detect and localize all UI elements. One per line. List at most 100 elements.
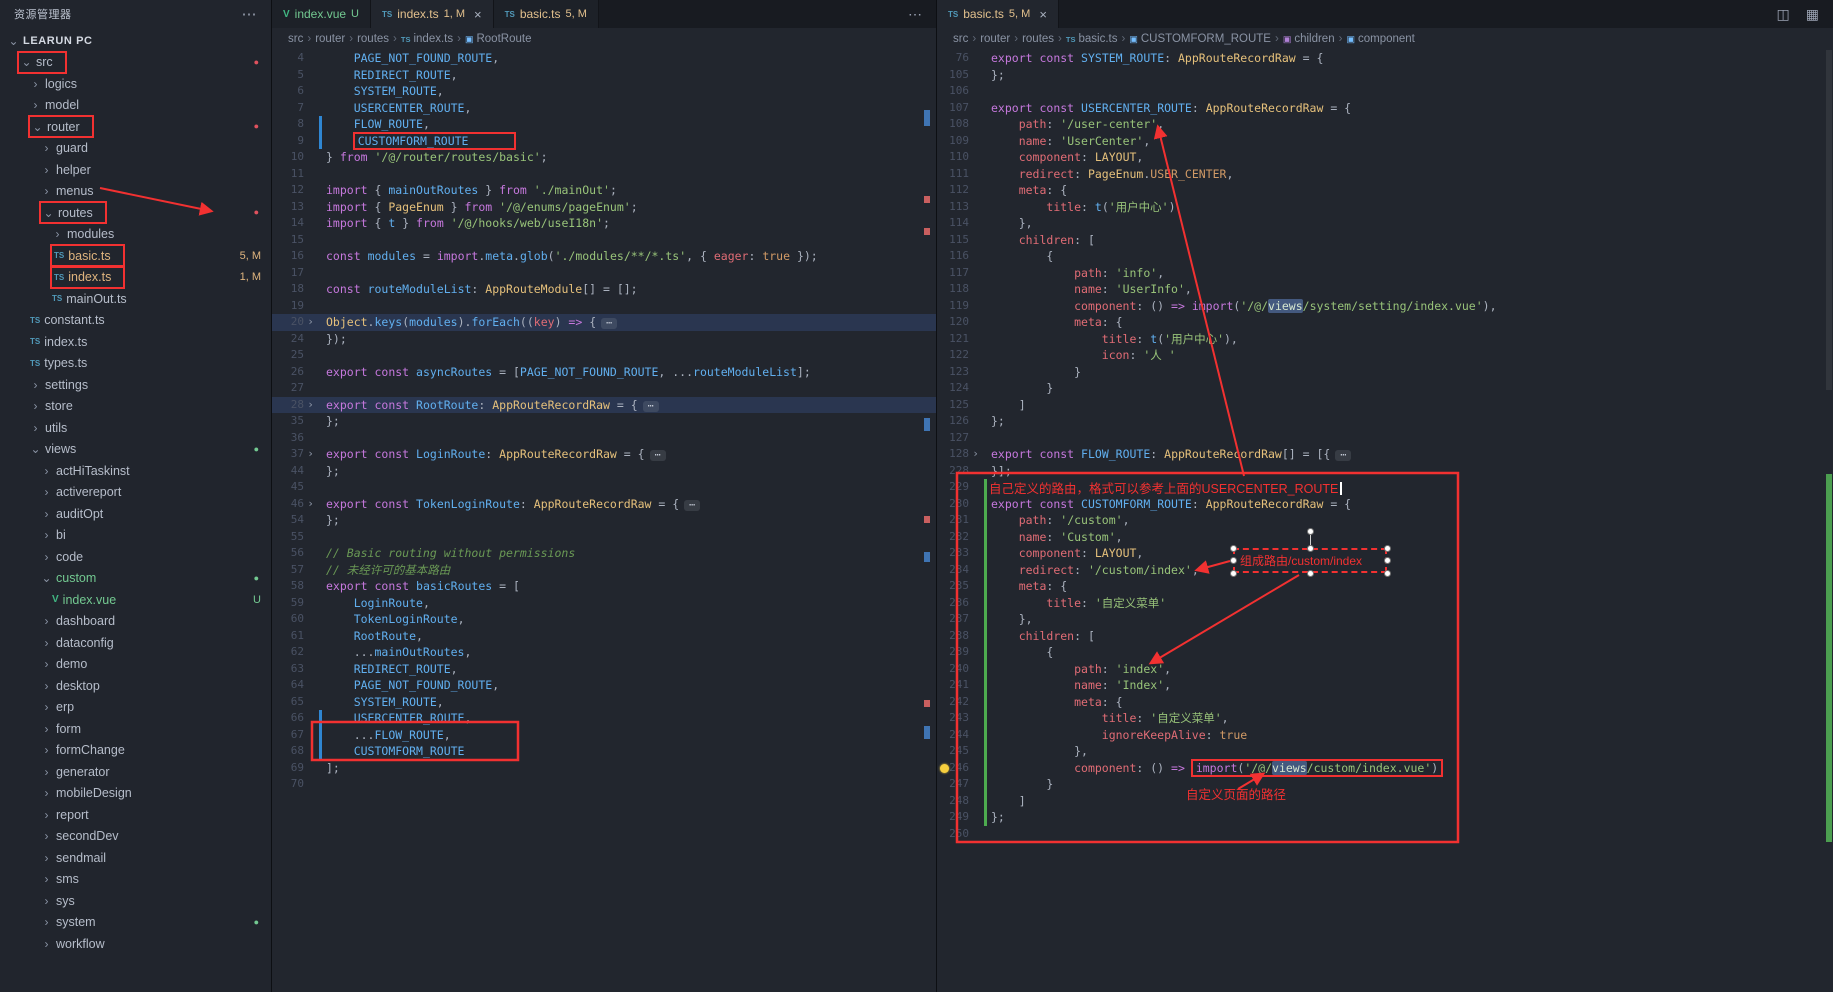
code-editor-left[interactable]: 4 PAGE_NOT_FOUND_ROUTE,5 REDIRECT_ROUTE,… [272, 50, 936, 992]
tree-item-constant-ts[interactable]: TSconstant.ts [0, 310, 271, 332]
tree-item-model[interactable]: ›model [0, 95, 271, 117]
code-line-36[interactable]: 36 [272, 430, 936, 447]
code-line-13[interactable]: 13import { PageEnum } from '/@/enums/pag… [272, 199, 936, 216]
tab-basic-ts[interactable]: TSbasic.ts5, M [494, 0, 599, 28]
code-line-27[interactable]: 27 [272, 380, 936, 397]
code-line-46[interactable]: 46›export const TokenLoginRoute: AppRout… [272, 496, 936, 513]
tree-item-learun-pc[interactable]: ⌄LEARUN PC [0, 30, 271, 52]
tree-item-sendmail[interactable]: ›sendmail [0, 847, 271, 869]
breadcrumb-item-basic-ts[interactable]: TSbasic.ts [1066, 33, 1118, 45]
code-line-14[interactable]: 14import { t } from '/@/hooks/web/useI18… [272, 215, 936, 232]
close-icon[interactable]: × [474, 8, 482, 21]
code-line-65[interactable]: 65 SYSTEM_ROUTE, [272, 694, 936, 711]
code-line-106[interactable]: 106 [937, 83, 1833, 100]
tree-item-acthitaskinst[interactable]: ›actHiTaskinst [0, 460, 271, 482]
code-line-111[interactable]: 111 redirect: PageEnum.USER_CENTER, [937, 166, 1833, 183]
code-line-239[interactable]: 239 { [937, 644, 1833, 661]
code-line-243[interactable]: 243 title: '自定义菜单', [937, 710, 1833, 727]
tree-item-logics[interactable]: ›logics [0, 73, 271, 95]
tree-item-activereport[interactable]: ›activereport [0, 482, 271, 504]
tree-item-routes[interactable]: ⌄routes● [0, 202, 271, 224]
tree-item-report[interactable]: ›report [0, 804, 271, 826]
code-line-127[interactable]: 127 [937, 430, 1833, 447]
code-line-69[interactable]: 69]; [272, 760, 936, 777]
tree-item-sms[interactable]: ›sms [0, 869, 271, 891]
tree-item-index-ts[interactable]: TSindex.ts1, M [0, 267, 271, 289]
fold-chevron-icon[interactable]: › [304, 397, 317, 414]
tree-item-mainout-ts[interactable]: TSmainOut.ts [0, 288, 271, 310]
tree-item-desktop[interactable]: ›desktop [0, 675, 271, 697]
tree-item-bi[interactable]: ›bi [0, 525, 271, 547]
code-line-122[interactable]: 122 icon: '人 ' [937, 347, 1833, 364]
code-line-118[interactable]: 118 name: 'UserInfo', [937, 281, 1833, 298]
code-line-250[interactable]: 250 [937, 826, 1833, 843]
code-line-5[interactable]: 5 REDIRECT_ROUTE, [272, 67, 936, 84]
tree-item-seconddev[interactable]: ›secondDev [0, 826, 271, 848]
code-line-108[interactable]: 108 path: '/user-center', [937, 116, 1833, 133]
tree-item-form[interactable]: ›form [0, 718, 271, 740]
code-line-241[interactable]: 241 name: 'Index', [937, 677, 1833, 694]
tree-item-demo[interactable]: ›demo [0, 654, 271, 676]
code-line-15[interactable]: 15 [272, 232, 936, 249]
split-editor-icon[interactable]: ◫ [1777, 6, 1790, 23]
code-line-128[interactable]: 128›export const FLOW_ROUTE: AppRouteRec… [937, 446, 1833, 463]
tab-basic-ts[interactable]: TSbasic.ts5, M× [937, 0, 1059, 28]
code-line-234[interactable]: 234 redirect: '/custom/index', [937, 562, 1833, 579]
code-line-235[interactable]: 235 meta: { [937, 578, 1833, 595]
breadcrumb-item-customform-route[interactable]: ▣CUSTOMFORM_ROUTE [1129, 33, 1271, 45]
tree-item-types-ts[interactable]: TStypes.ts [0, 353, 271, 375]
code-line-24[interactable]: 24}); [272, 331, 936, 348]
tree-item-router[interactable]: ⌄router● [0, 116, 271, 138]
code-line-70[interactable]: 70 [272, 776, 936, 793]
code-line-107[interactable]: 107export const USERCENTER_ROUTE: AppRou… [937, 100, 1833, 117]
code-line-126[interactable]: 126}; [937, 413, 1833, 430]
tree-item-code[interactable]: ›code [0, 546, 271, 568]
breadcrumb-item-router[interactable]: router [315, 33, 345, 45]
tree-item-modules[interactable]: ›modules [0, 224, 271, 246]
code-line-62[interactable]: 62 ...mainOutRoutes, [272, 644, 936, 661]
code-line-44[interactable]: 44}; [272, 463, 936, 480]
code-line-230[interactable]: 230export const CUSTOMFORM_ROUTE: AppRou… [937, 496, 1833, 513]
code-line-109[interactable]: 109 name: 'UserCenter', [937, 133, 1833, 150]
code-line-37[interactable]: 37›export const LoginRoute: AppRouteReco… [272, 446, 936, 463]
code-line-60[interactable]: 60 TokenLoginRoute, [272, 611, 936, 628]
tree-item-sys[interactable]: ›sys [0, 890, 271, 912]
code-line-18[interactable]: 18const routeModuleList: AppRouteModule[… [272, 281, 936, 298]
code-line-231[interactable]: 231 path: '/custom', [937, 512, 1833, 529]
tree-item-store[interactable]: ›store [0, 396, 271, 418]
close-icon[interactable]: × [1039, 8, 1047, 21]
code-line-246[interactable]: 246 component: () => import('/@/views/cu… [937, 760, 1833, 777]
code-line-54[interactable]: 54}; [272, 512, 936, 529]
breadcrumb-item-children[interactable]: ▣children [1283, 33, 1335, 45]
code-line-59[interactable]: 59 LoginRoute, [272, 595, 936, 612]
lightbulb-icon[interactable] [940, 764, 949, 773]
code-line-232[interactable]: 232 name: 'Custom', [937, 529, 1833, 546]
code-line-28[interactable]: 28›export const RootRoute: AppRouteRecor… [272, 397, 936, 414]
tree-item-custom[interactable]: ⌄custom● [0, 568, 271, 590]
code-line-120[interactable]: 120 meta: { [937, 314, 1833, 331]
tree-item-src[interactable]: ⌄src● [0, 52, 271, 74]
breadcrumb-item-routes[interactable]: routes [1022, 33, 1054, 45]
code-line-114[interactable]: 114 }, [937, 215, 1833, 232]
tree-item-erp[interactable]: ›erp [0, 697, 271, 719]
explorer-more-actions-icon[interactable]: ⋯ [242, 5, 258, 23]
breadcrumb-item-routes[interactable]: routes [357, 33, 389, 45]
tree-item-dashboard[interactable]: ›dashboard [0, 611, 271, 633]
tree-item-system[interactable]: ›system● [0, 912, 271, 934]
code-line-238[interactable]: 238 children: [ [937, 628, 1833, 645]
code-line-237[interactable]: 237 }, [937, 611, 1833, 628]
code-line-124[interactable]: 124 } [937, 380, 1833, 397]
breadcrumb-item-router[interactable]: router [980, 33, 1010, 45]
code-line-76[interactable]: 76export const SYSTEM_ROUTE: AppRouteRec… [937, 50, 1833, 67]
code-line-240[interactable]: 240 path: 'index', [937, 661, 1833, 678]
editor-layout-icon[interactable]: ▦ [1806, 6, 1819, 23]
code-line-9[interactable]: 9 CUSTOMFORM_ROUTE [272, 133, 936, 150]
code-line-228[interactable]: 228}]; [937, 463, 1833, 480]
more-actions-icon[interactable]: ⋯ [908, 6, 922, 23]
code-line-64[interactable]: 64 PAGE_NOT_FOUND_ROUTE, [272, 677, 936, 694]
tree-item-helper[interactable]: ›helper [0, 159, 271, 181]
tree-item-index-ts[interactable]: TSindex.ts [0, 331, 271, 353]
tree-item-settings[interactable]: ›settings [0, 374, 271, 396]
code-line-242[interactable]: 242 meta: { [937, 694, 1833, 711]
code-line-25[interactable]: 25 [272, 347, 936, 364]
